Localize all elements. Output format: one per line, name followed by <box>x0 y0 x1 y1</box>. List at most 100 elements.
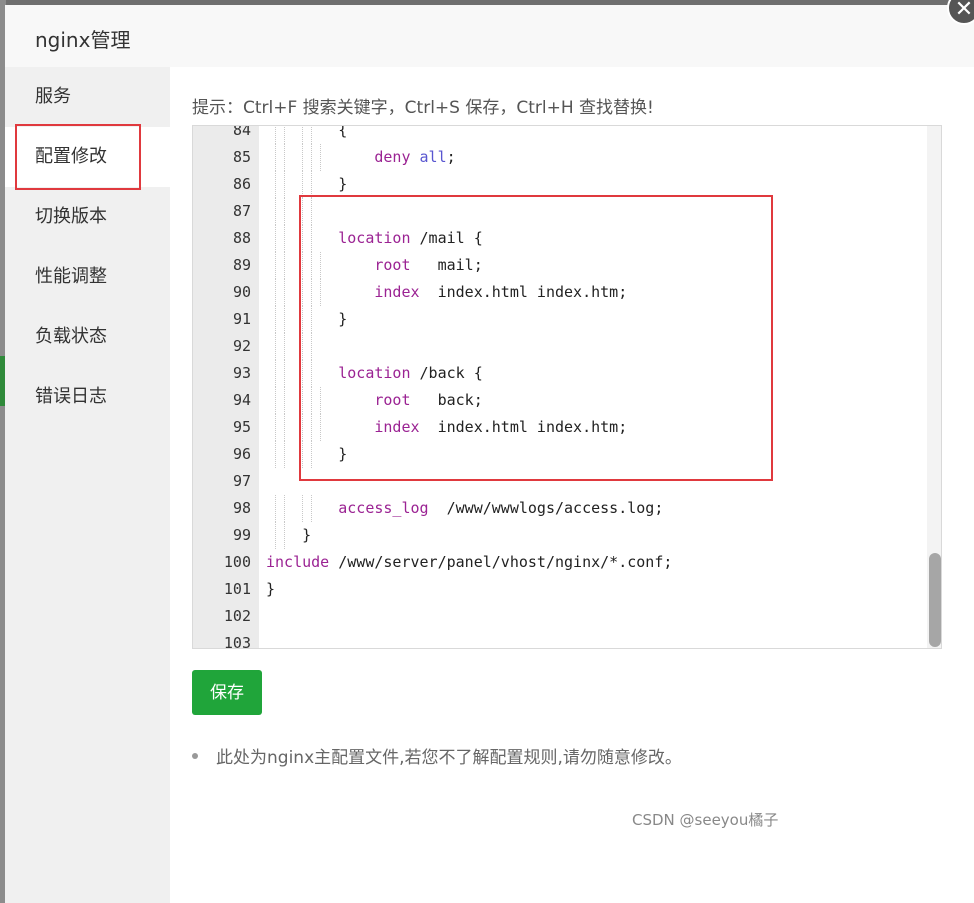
code-editor[interactable]: 84{85 deny all; 86} 87 88 location /mail {89 r… <box>192 125 942 649</box>
line-number: 85 <box>232 148 251 166</box>
line-number: 101 <box>223 580 251 598</box>
indent-guide <box>284 441 286 468</box>
indent-guide <box>302 495 304 522</box>
code-text: { <box>338 125 348 144</box>
highlight-box-code <box>299 195 773 481</box>
code-line: 103 <box>193 630 929 649</box>
code-token: } <box>302 526 312 544</box>
line-number: 98 <box>232 499 251 517</box>
code-text: } <box>302 522 311 549</box>
indent-guide <box>311 126 313 144</box>
code-text: deny all; <box>374 144 455 171</box>
bullet-icon <box>192 753 198 759</box>
code-text: } <box>338 171 347 198</box>
indent-guide <box>284 495 286 522</box>
sidebar-item-load-status[interactable]: 负载状态 <box>5 307 170 367</box>
sidebar-item-service[interactable]: 服务 <box>5 67 170 127</box>
indent-guide <box>275 171 277 198</box>
line-number: 84 <box>232 125 251 139</box>
config-note-text: 此处为nginx主配置文件,若您不了解配置规则,请勿随意修改。 <box>216 748 682 768</box>
indent-guide <box>302 171 304 198</box>
indent-guide <box>302 144 304 171</box>
scrollbar-thumb[interactable] <box>929 553 941 647</box>
code-line: 86} <box>193 171 929 198</box>
highlight-box-nav <box>15 124 141 190</box>
indent-guide <box>284 144 286 171</box>
indent-guide <box>275 414 277 441</box>
line-number: 93 <box>232 364 251 382</box>
code-line: 102 <box>193 603 929 630</box>
dialog-title: nginx管理 <box>35 28 131 52</box>
indent-guide <box>284 279 286 306</box>
line-number: 89 <box>232 256 251 274</box>
indent-guide <box>275 441 277 468</box>
editor-scrollbar[interactable] <box>927 126 941 648</box>
indent-guide <box>284 333 286 360</box>
watermark: CSDN @seeyou橘子 <box>632 811 779 829</box>
code-line: 100 include /www/server/panel/vhost/nginx… <box>193 549 929 576</box>
main-panel: 提示：Ctrl+F 搜索关键字，Ctrl+S 保存，Ctrl+H 查找替换! 8… <box>170 67 974 903</box>
code-token: { <box>338 125 348 139</box>
code-keyword: include <box>266 553 330 571</box>
line-number: 94 <box>232 391 251 409</box>
line-number: 87 <box>232 202 251 220</box>
sidebar-item-performance[interactable]: 性能调整 <box>5 247 170 307</box>
code-text: access_log /www/wwwlogs/access.log; <box>338 495 663 522</box>
code-line: 84 { <box>193 125 929 144</box>
shortcut-hint: 提示：Ctrl+F 搜索关键字，Ctrl+S 保存，Ctrl+H 查找替换! <box>192 98 654 118</box>
sidebar-item-switch-version[interactable]: 切换版本 <box>5 187 170 247</box>
indent-guide <box>275 198 277 225</box>
indent-guide <box>275 279 277 306</box>
line-number: 103 <box>223 634 251 649</box>
indent-guide <box>311 171 313 198</box>
code-keyword: access_log <box>338 499 429 517</box>
code-token: ; <box>446 148 456 166</box>
line-number: 95 <box>232 418 251 436</box>
indent-guide <box>275 252 277 279</box>
sidebar: 服务 配置修改 切换版本 性能调整 负载状态 错误日志 <box>5 67 170 903</box>
line-number: 102 <box>223 607 251 625</box>
indent-guide <box>275 126 277 144</box>
dialog-header: nginx管理 <box>5 5 974 68</box>
indent-guide <box>275 144 277 171</box>
code-text: include /www/server/panel/vhost/nginx/*.… <box>266 549 672 576</box>
line-number: 99 <box>232 526 251 544</box>
close-icon: ✕ <box>954 0 974 22</box>
config-note: 此处为nginx主配置文件,若您不了解配置规则,请勿随意修改。 <box>192 743 682 768</box>
line-number: 91 <box>232 310 251 328</box>
indent-guide <box>284 522 286 549</box>
save-button[interactable]: 保存 <box>192 670 262 715</box>
line-number: 100 <box>223 553 251 571</box>
code-line: 101} <box>193 576 929 603</box>
indent-guide <box>311 495 313 522</box>
indent-guide <box>275 522 277 549</box>
indent-guide <box>275 360 277 387</box>
indent-guide <box>275 225 277 252</box>
code-line: 98 access_log /www/wwwlogs/access.log; <box>193 495 929 522</box>
nginx-manager-dialog: nginx管理 ✕ 服务 配置修改 切换版本 性能调整 负载状态 错误日志 提示… <box>5 0 974 903</box>
code-line: 85 deny all; <box>193 144 929 171</box>
line-number: 92 <box>232 337 251 355</box>
line-number: 88 <box>232 229 251 247</box>
line-number: 96 <box>232 445 251 463</box>
code-token: } <box>266 580 276 598</box>
indent-guide <box>284 387 286 414</box>
indent-guide <box>284 252 286 279</box>
indent-guide <box>302 126 304 144</box>
code-line: 99} <box>193 522 929 549</box>
indent-guide <box>284 360 286 387</box>
indent-guide <box>320 144 322 171</box>
code-token: /www/server/panel/vhost/nginx/*.conf; <box>329 553 673 571</box>
indent-guide <box>275 495 277 522</box>
line-number: 86 <box>232 175 251 193</box>
sidebar-item-error-log[interactable]: 错误日志 <box>5 367 170 427</box>
indent-guide <box>275 333 277 360</box>
code-keyword: deny <box>374 148 411 166</box>
indent-guide <box>284 171 286 198</box>
indent-guide <box>275 306 277 333</box>
indent-guide <box>284 414 286 441</box>
code-text: } <box>266 576 275 603</box>
indent-guide <box>284 126 286 144</box>
line-number: 97 <box>232 472 251 490</box>
